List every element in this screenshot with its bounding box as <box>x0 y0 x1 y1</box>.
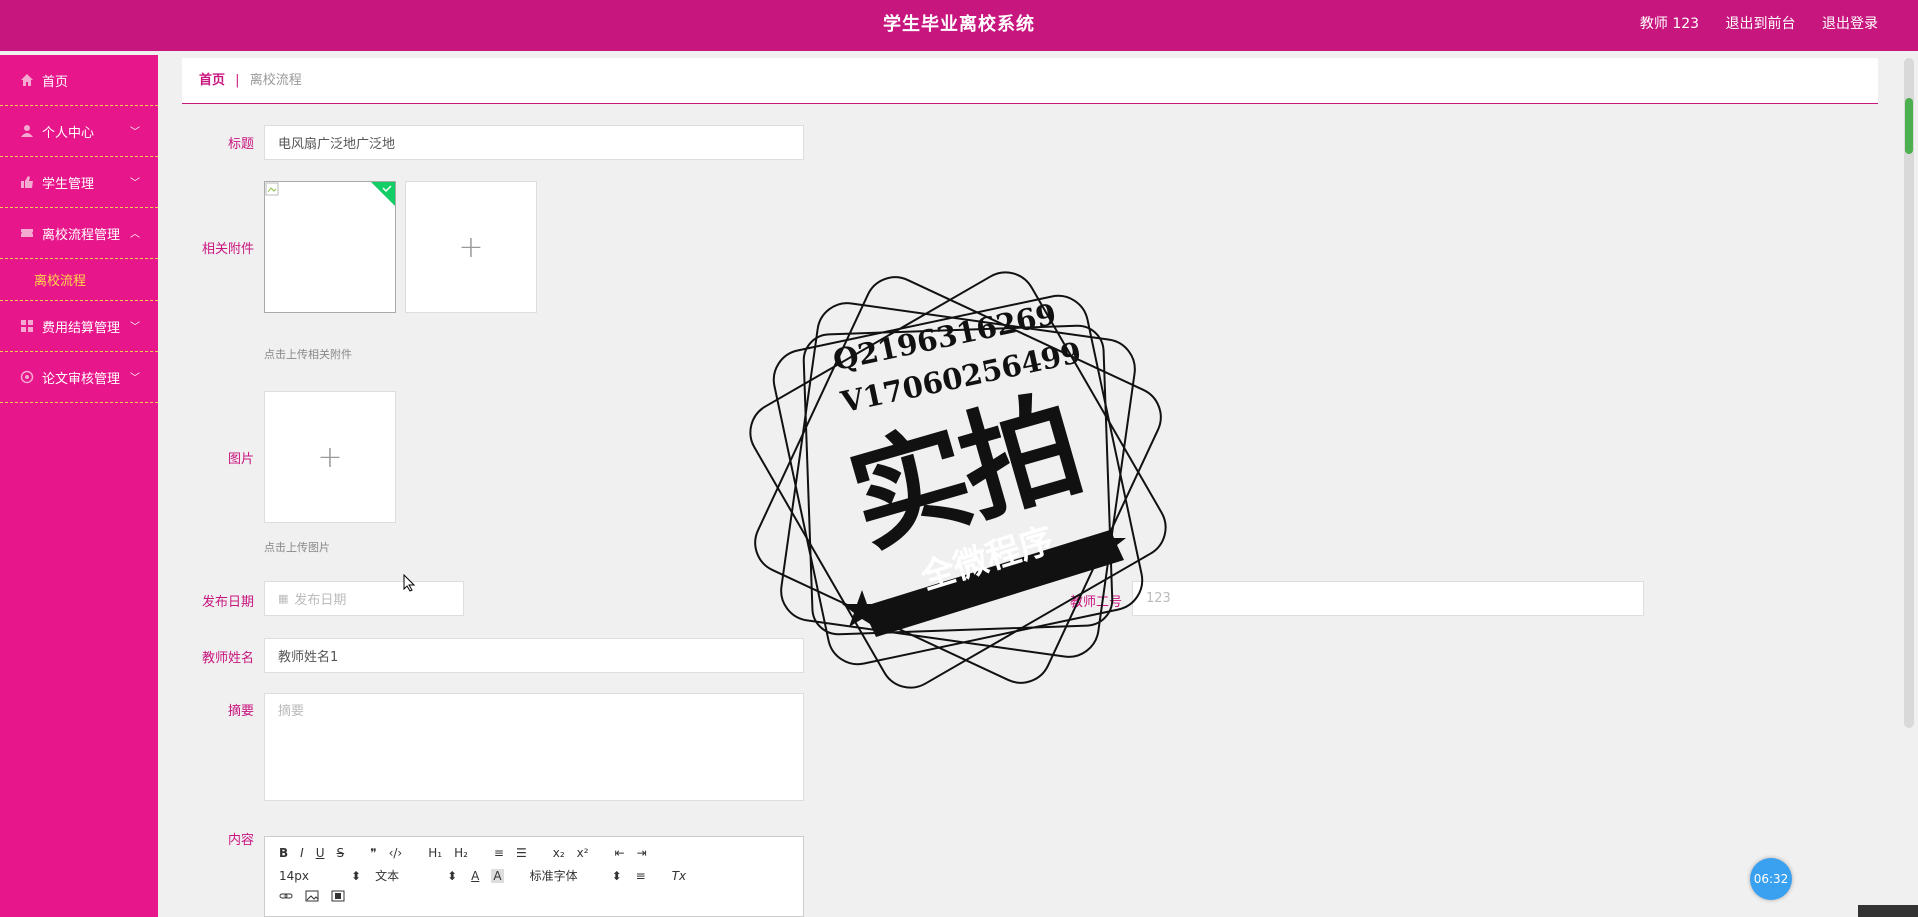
date-label: 发布日期 <box>201 595 254 610</box>
chevron-down-icon: ﹀ <box>130 322 140 333</box>
corner-bar <box>1858 905 1918 917</box>
editor-toolbar-row-1: B I U S ❞ ‹/› H₁ H₂ ≡ ☰ x₂ x² ⇤ ⇥ <box>279 846 659 860</box>
clear-format-button[interactable]: Tx <box>672 869 686 883</box>
teacher-name-label: 教师姓名 <box>201 651 254 666</box>
date-input[interactable]: ▦ 发布日期 <box>264 581 464 616</box>
chevron-up-icon: ︿ <box>130 229 140 240</box>
teacher-no-input[interactable]: 123 <box>1132 581 1644 616</box>
check-badge-icon <box>371 182 395 206</box>
sidebar-item-students[interactable]: 学生管理 ﹀ <box>0 157 158 208</box>
content-label: 内容 <box>227 833 254 848</box>
logout-link[interactable]: 退出登录 <box>1822 16 1878 32</box>
top-header: 学生毕业离校系统 教师 123 退出到前台 退出登录 <box>0 0 1918 51</box>
scrollbar-thumb[interactable] <box>1905 98 1913 154</box>
chevron-down-icon: ﹀ <box>130 127 140 138</box>
attachment-upload-button[interactable]: + <box>405 181 537 313</box>
strike-button[interactable]: S <box>337 846 345 860</box>
editor-toolbar-row-3 <box>279 889 357 903</box>
bullet-list-button[interactable]: ☰ <box>516 846 527 860</box>
sidebar-item-home[interactable]: 首页 <box>0 55 158 106</box>
image-label: 图片 <box>227 452 254 467</box>
select-arrow-icon: ⬍ <box>611 868 622 883</box>
attachment-label: 相关附件 <box>201 242 254 257</box>
blockquote-button[interactable]: ❞ <box>370 846 376 860</box>
breadcrumb-separator: | <box>235 73 240 88</box>
chevron-down-icon: ﹀ <box>130 178 140 189</box>
summary-textarea[interactable]: 摘要 <box>264 693 804 801</box>
title-label: 标题 <box>227 137 254 152</box>
underline-button[interactable]: U <box>316 846 325 860</box>
breadcrumb-current: 离校流程 <box>249 73 302 88</box>
attachment-thumbnail[interactable] <box>264 181 396 313</box>
aperture-icon <box>20 370 34 384</box>
user-name: 教师 123 <box>1639 16 1700 32</box>
sidebar-item-personal[interactable]: 个人中心 ﹀ <box>0 106 158 157</box>
broken-image-icon <box>265 182 279 196</box>
link-icon[interactable] <box>279 889 293 903</box>
exit-to-front-link[interactable]: 退出到前台 <box>1726 16 1796 32</box>
sidebar-item-thesis[interactable]: 论文审核管理 ﹀ <box>0 352 158 403</box>
breadcrumb-home[interactable]: 首页 <box>199 73 225 88</box>
plus-icon: + <box>317 439 343 475</box>
mouse-cursor-icon <box>403 574 415 592</box>
plus-icon: + <box>458 229 484 265</box>
code-button[interactable]: ‹/› <box>389 846 403 860</box>
image-hint: 点击上传图片 <box>264 541 330 554</box>
ordered-list-button[interactable]: ≡ <box>494 846 504 860</box>
italic-button[interactable]: I <box>300 846 304 860</box>
background-color-button[interactable]: A <box>491 868 504 883</box>
chevron-down-icon: ﹀ <box>130 373 140 384</box>
breadcrumb: 首页 | 离校流程 <box>182 58 1878 104</box>
superscript-button[interactable]: x² <box>577 846 589 860</box>
teacher-name-input[interactable]: 教师姓名1 <box>264 638 804 673</box>
select-arrow-icon: ⬍ <box>351 868 362 883</box>
image-icon[interactable] <box>305 889 319 903</box>
grid-icon <box>21 320 33 332</box>
select-arrow-icon: ⬍ <box>447 868 458 883</box>
title-input[interactable]: 电风扇广泛地广泛地 <box>264 125 804 160</box>
video-icon[interactable] <box>331 889 345 903</box>
summary-label: 摘要 <box>227 704 254 719</box>
bold-button[interactable]: B <box>279 846 288 860</box>
calendar-icon: ▦ <box>278 592 289 605</box>
header-select[interactable]: 文本 <box>375 867 435 884</box>
sidebar-item-leave-process[interactable]: 离校流程管理 ︿ <box>0 208 158 259</box>
indent-button[interactable]: ⇥ <box>637 846 647 860</box>
font-color-button[interactable]: A <box>471 869 479 883</box>
sidebar: 首页 个人中心 ﹀ 学生管理 ﹀ 离校流程管理 ︿ 离校流程 费用结算管理 ﹀ … <box>0 55 158 917</box>
page-scrollbar[interactable] <box>1904 58 1914 728</box>
outdent-button[interactable]: ⇤ <box>615 846 625 860</box>
thumb-icon <box>21 176 33 188</box>
rich-text-editor: B I U S ❞ ‹/› H₁ H₂ ≡ ☰ x₂ x² ⇤ ⇥ 14px ⬍… <box>264 836 804 917</box>
h2-button[interactable]: H₂ <box>454 846 468 860</box>
user-icon <box>21 125 33 137</box>
sidebar-subitem-leave-flow[interactable]: 离校流程 <box>0 259 158 301</box>
attachment-hint: 点击上传相关附件 <box>264 348 352 361</box>
ticket-icon <box>21 229 33 237</box>
recording-timer: 06:32 <box>1750 858 1792 900</box>
editor-toolbar-row-2: 14px ⬍ 文本 ⬍ A A 标准字体 ⬍ ≡ Tx <box>279 867 698 884</box>
header-actions: 教师 123 退出到前台 退出登录 <box>1618 0 1878 48</box>
subscript-button[interactable]: x₂ <box>553 846 565 860</box>
home-icon <box>21 74 33 86</box>
font-size-select[interactable]: 14px <box>279 869 339 883</box>
sidebar-item-fees[interactable]: 费用结算管理 ﹀ <box>0 301 158 352</box>
watermark-stamp: Q2196316269 V17060256499 实拍 全微程序 <box>742 262 1174 698</box>
image-upload-button[interactable]: + <box>264 391 396 523</box>
align-button[interactable]: ≡ <box>636 869 646 883</box>
h1-button[interactable]: H₁ <box>428 846 442 860</box>
font-family-select[interactable]: 标准字体 <box>530 867 600 884</box>
